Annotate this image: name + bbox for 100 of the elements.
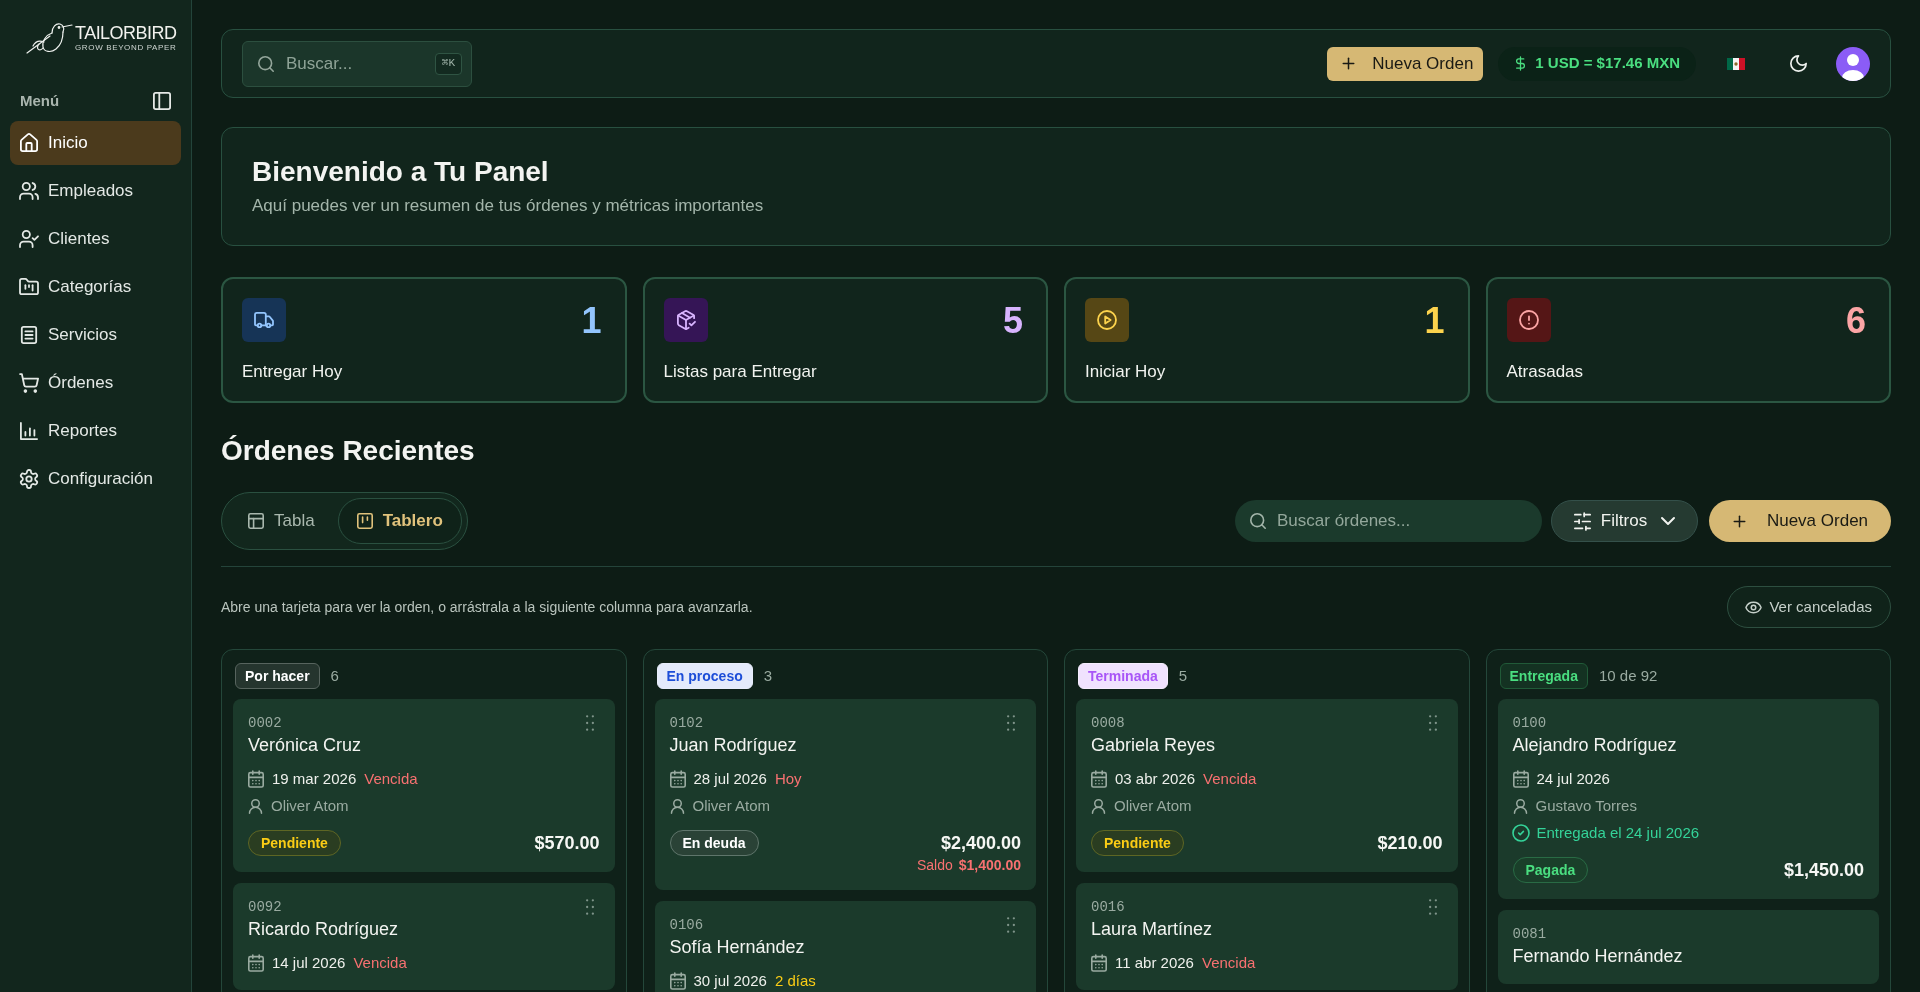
column-status-tag: Terminada — [1078, 663, 1168, 689]
section-title: Órdenes Recientes — [221, 434, 476, 468]
sidebar-item[interactable]: Órdenes — [10, 361, 181, 405]
drag-handle-icon[interactable] — [1428, 899, 1437, 915]
order-card[interactable]: 0106 Sofía Hernández 30 jul 2026 2 días — [654, 901, 1036, 992]
drag-handle-icon[interactable] — [1007, 917, 1015, 933]
package-check-icon — [676, 311, 695, 329]
table-icon — [248, 513, 264, 529]
column-status-tag: Por hacer — [235, 663, 320, 689]
moon-icon[interactable] — [1790, 55, 1807, 72]
chevron-down-icon — [1661, 517, 1676, 525]
due-date: 11 abr 2026 — [1115, 954, 1194, 972]
order-number: 0106 — [669, 915, 704, 935]
sliders-icon — [1573, 512, 1591, 530]
customer-name: Alejandro Rodríguez — [1512, 734, 1678, 757]
order-number: 0002 — [248, 713, 282, 733]
column-status-tag: En proceso — [656, 663, 753, 689]
sidebar-item[interactable]: Inicio — [10, 121, 181, 165]
due-date: 03 abr 2026 — [1115, 770, 1196, 788]
order-number: 0016 — [1091, 897, 1125, 917]
stat-label: Atrasadas — [1506, 360, 1585, 383]
sidebar-item[interactable]: Configuración — [10, 457, 181, 501]
user-check-icon — [20, 230, 38, 248]
brand-name: TAILORBIRD — [75, 23, 177, 43]
avatar-icon[interactable] — [1836, 46, 1870, 81]
customer-name: Laura Martínez — [1091, 918, 1214, 941]
order-total: $570.00 — [534, 832, 600, 855]
dollar-icon — [1514, 57, 1528, 70]
due-status: 2 días — [774, 972, 816, 990]
search-field[interactable]: Buscar órdenes... — [1235, 500, 1542, 542]
stat-value: 1 — [1424, 301, 1445, 341]
stat-value: 6 — [1845, 301, 1866, 341]
plus-icon — [1731, 513, 1747, 529]
assignee-name: Oliver Atom — [271, 797, 349, 815]
settings-icon — [20, 470, 38, 488]
calendar-icon — [248, 771, 264, 787]
drag-handle-icon[interactable] — [1428, 715, 1437, 731]
calendar-icon — [1512, 771, 1529, 787]
person-icon — [248, 798, 263, 814]
drag-handle-icon[interactable] — [585, 899, 594, 915]
filters-button[interactable]: Filtros — [1551, 500, 1698, 542]
folder-icon — [20, 278, 38, 296]
bird-logo-icon — [26, 21, 72, 55]
balance-label: Saldo — [916, 856, 953, 874]
order-total: $2,400.00 — [940, 832, 1021, 855]
person-icon — [1091, 798, 1106, 814]
home-icon — [20, 134, 38, 152]
view-tab[interactable]: Tabla — [227, 498, 336, 544]
assignee-name: Gustavo Torres — [1535, 797, 1637, 815]
show-cancelled-button[interactable]: Ver canceladas — [1727, 586, 1891, 628]
search-icon — [258, 55, 274, 72]
due-date: 14 jul 2026 — [272, 954, 346, 972]
sidebar-item[interactable]: Reportes — [10, 409, 181, 453]
order-card[interactable]: 0016 Laura Martínez 11 abr 2026 Vencida — [1076, 883, 1458, 990]
order-card[interactable]: 0100 Alejandro Rodríguez 24 jul 2026 Gustavo Torres Entregada el 24 jul 2026 Pagada $1,450.00 — [1497, 699, 1879, 899]
board-hint: Abre una tarjeta para ver la orden, o arrástrala a la siguiente columna para avanzarla. — [221, 597, 753, 617]
new-order-button[interactable]: Nueva Orden — [1709, 500, 1891, 542]
due-status: Vencida — [1203, 770, 1257, 788]
drag-handle-icon[interactable] — [585, 715, 594, 731]
customer-name: Sofía Hernández — [669, 936, 806, 959]
customer-name: Ricardo Rodríguez — [248, 918, 400, 941]
sidebar-item[interactable]: Categorías — [10, 265, 181, 309]
stat-label: Iniciar Hoy — [1085, 360, 1167, 383]
sidebar-item[interactable]: Empleados — [10, 169, 181, 213]
alert-circle-icon — [1519, 311, 1538, 329]
flag-icon[interactable] — [1727, 57, 1745, 70]
kanban-icon — [356, 513, 373, 529]
calendar-icon — [1091, 955, 1107, 971]
order-card[interactable]: 0008 Gabriela Reyes 03 abr 2026 Vencida Oliver Atom Pendiente $210.00 — [1076, 699, 1458, 872]
calendar-icon — [669, 973, 686, 989]
payment-status-badge: En deuda — [669, 830, 759, 856]
order-card[interactable]: 0002 Verónica Cruz 19 mar 2026 Vencida Oliver Atom Pendiente $570.00 — [233, 699, 615, 872]
panel-icon[interactable] — [153, 92, 171, 110]
delivery-status: Entregada el 24 jul 2026 — [1536, 824, 1700, 842]
person-icon — [1512, 798, 1528, 814]
payment-status-badge: Pagada — [1512, 857, 1589, 883]
view-tab[interactable]: Tablero — [337, 498, 462, 544]
due-date: 28 jul 2026 — [693, 770, 767, 788]
bar-chart-icon — [20, 422, 38, 440]
cart-icon — [20, 374, 38, 392]
person-icon — [669, 798, 685, 814]
calendar-icon — [248, 955, 264, 971]
order-number: 0081 — [1512, 924, 1547, 944]
order-count: 6 — [330, 665, 339, 686]
calendar-icon — [1091, 771, 1107, 787]
list-icon — [20, 326, 38, 344]
order-count: 10 de 92 — [1598, 665, 1658, 686]
sidebar-item[interactable]: Clientes — [10, 217, 181, 261]
order-card[interactable]: 0092 Ricardo Rodríguez 14 jul 2026 Vencida — [233, 883, 615, 990]
column-status-tag: Entregada — [1499, 663, 1588, 689]
check-circle-icon — [1512, 825, 1529, 841]
payment-status-badge: Pendiente — [1091, 830, 1184, 856]
order-card[interactable]: 0102 Juan Rodríguez 28 jul 2026 Hoy Oliver Atom En deuda $2,400.00 Saldo $1,400.00 — [654, 699, 1036, 890]
new-order-button[interactable]: Nueva Orden — [1327, 46, 1484, 81]
drag-handle-icon[interactable] — [1007, 715, 1015, 731]
sidebar-item[interactable]: Servicios — [10, 313, 181, 357]
order-card[interactable]: 0081 Fernando Hernández — [1497, 910, 1879, 984]
customer-name: Juan Rodríguez — [669, 734, 798, 757]
play-circle-icon — [1098, 311, 1116, 329]
order-number: 0100 — [1512, 713, 1547, 733]
